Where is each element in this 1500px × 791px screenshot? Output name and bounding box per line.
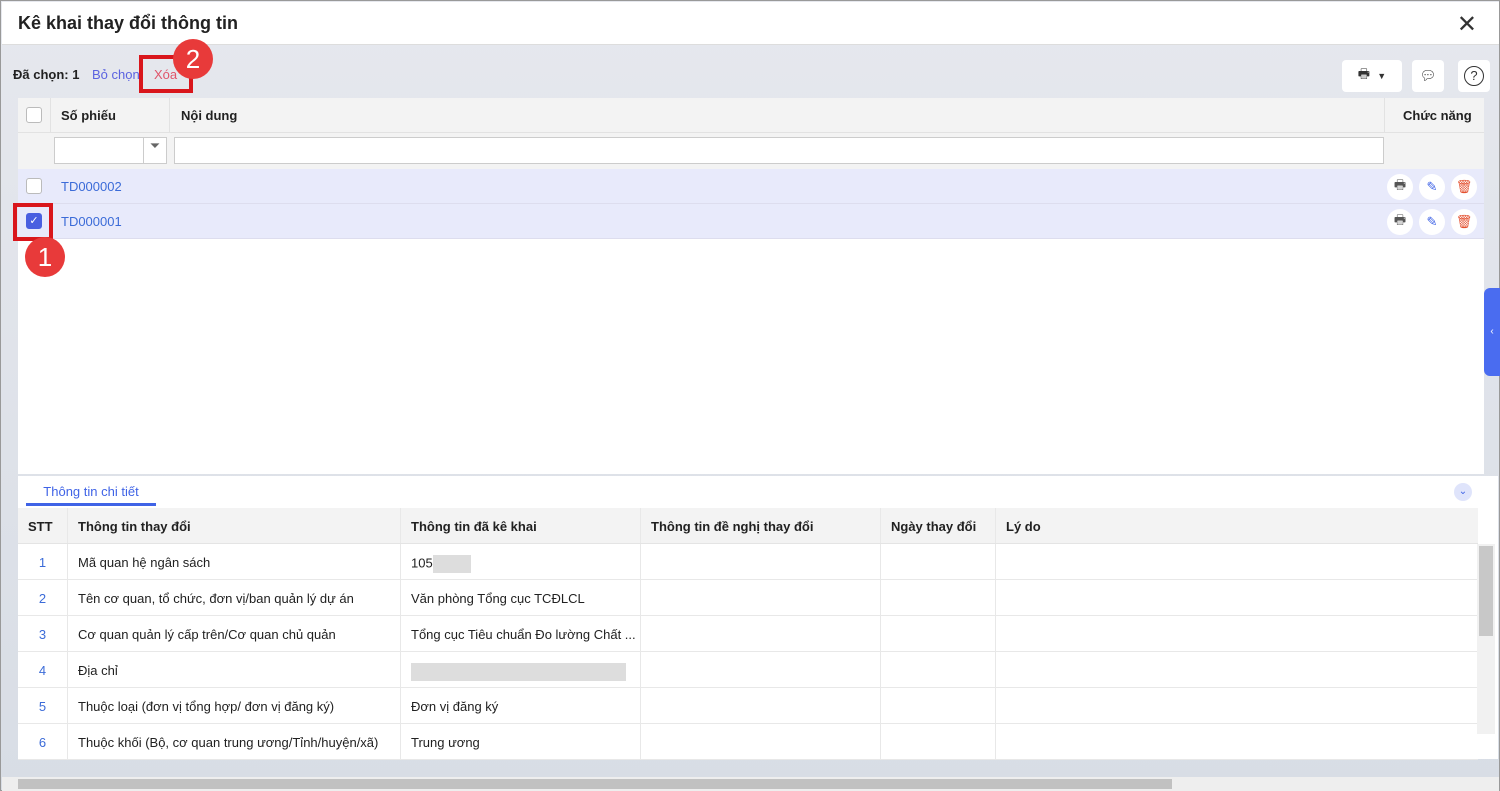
declared-value: Đơn vị đăng ký <box>411 699 499 714</box>
col-field: Thông tin thay đổi <box>68 508 401 543</box>
side-panel-toggle[interactable]: ‹ <box>1484 288 1500 376</box>
field-name: Tên cơ quan, tổ chức, đơn vị/ban quản lý… <box>68 580 401 615</box>
field-name: Mã quan hệ ngân sách <box>68 544 401 579</box>
edit-icon[interactable]: ✎ <box>1419 174 1445 200</box>
print-dropdown-button[interactable]: 🖶 ▼ <box>1342 60 1402 92</box>
declared-cell: Văn phòng Tổng cục TCĐLCL <box>401 580 641 615</box>
proposed-cell[interactable] <box>641 652 881 687</box>
detail-row[interactable]: 2 Tên cơ quan, tổ chức, đơn vị/ban quản … <box>18 580 1478 616</box>
declared-value: Tổng cục Tiêu chuẩn Đo lường Chất ... <box>411 627 636 642</box>
stt: 1 <box>18 544 68 579</box>
step-badge-1: 1 <box>25 237 65 277</box>
detail-row[interactable]: 1 Mã quan hệ ngân sách 105 <box>18 544 1478 580</box>
declared-cell: Đơn vị đăng ký <box>401 688 641 723</box>
reason-cell[interactable] <box>996 652 1478 687</box>
reason-cell[interactable] <box>996 616 1478 651</box>
reason-cell[interactable] <box>996 580 1478 615</box>
proposed-cell[interactable] <box>641 724 881 759</box>
dialog-window: Kê khai thay đổi thông tin ✕ Đã chọn: 1 … <box>0 0 1500 791</box>
date-cell[interactable] <box>881 688 996 723</box>
row-checkbox[interactable] <box>26 178 42 194</box>
reason-cell[interactable] <box>996 544 1478 579</box>
printer-icon: 🖶 <box>1357 66 1371 81</box>
voucher-grid: Số phiếu Nội dung Chức năng ⏷ TD000002 🖶… <box>18 98 1484 474</box>
proposed-cell[interactable] <box>641 616 881 651</box>
date-cell[interactable] <box>881 724 996 759</box>
reason-cell[interactable] <box>996 724 1478 759</box>
stt: 3 <box>18 616 68 651</box>
stt: 6 <box>18 724 68 759</box>
dialog-title: Kê khai thay đổi thông tin <box>18 13 238 33</box>
detail-row[interactable]: 6 Thuộc khối (Bộ, cơ quan trung ương/Tỉn… <box>18 724 1478 760</box>
proposed-cell[interactable] <box>641 580 881 615</box>
trash-icon[interactable]: 🗑︎ <box>1451 174 1477 200</box>
col-proposed: Thông tin đề nghị thay đổi <box>641 508 881 543</box>
vertical-scrollbar[interactable] <box>1477 544 1495 734</box>
noi-dung-filter-input[interactable] <box>174 137 1384 164</box>
detail-header: STT Thông tin thay đổi Thông tin đã kê k… <box>18 508 1478 544</box>
col-stt: STT <box>18 508 68 543</box>
help-button[interactable]: ? <box>1458 60 1490 92</box>
detail-row[interactable]: 5 Thuộc loại (đơn vị tổng hợp/ đơn vị đă… <box>18 688 1478 724</box>
col-reason: Lý do <box>1006 519 1041 534</box>
reason-cell[interactable] <box>996 688 1478 723</box>
horizontal-scrollbar[interactable] <box>2 777 1499 791</box>
print-icon[interactable]: 🖶 <box>1387 209 1413 235</box>
step-badge-2: 2 <box>173 39 213 79</box>
edit-icon[interactable]: ✎ <box>1419 209 1445 235</box>
proposed-cell[interactable] <box>641 544 881 579</box>
print-icon[interactable]: 🖶 <box>1387 174 1413 200</box>
proposed-cell[interactable] <box>641 688 881 723</box>
stt: 5 <box>18 688 68 723</box>
select-all-checkbox[interactable] <box>26 107 42 123</box>
date-cell[interactable] <box>881 544 996 579</box>
declared-cell: Trung ương <box>401 724 641 759</box>
detail-table: STT Thông tin thay đổi Thông tin đã kê k… <box>18 508 1478 760</box>
filter-icon[interactable]: ⏷ <box>143 137 167 164</box>
col-change-date: Ngày thay đổi <box>881 508 996 543</box>
table-row[interactable]: TD000002 🖶 ✎ 🗑︎ <box>18 169 1484 204</box>
voucher-link[interactable]: TD000001 <box>61 214 122 229</box>
date-cell[interactable] <box>881 652 996 687</box>
date-cell[interactable] <box>881 616 996 651</box>
title-bar: Kê khai thay đổi thông tin ✕ <box>2 2 1499 45</box>
stt: 4 <box>18 652 68 687</box>
field-name: Thuộc loại (đơn vị tổng hợp/ đơn vị đăng… <box>68 688 401 723</box>
declared-cell <box>401 652 641 687</box>
declared-cell: 105 <box>401 544 641 579</box>
grid-header: Số phiếu Nội dung Chức năng <box>18 98 1484 133</box>
col-noi-dung: Nội dung <box>181 108 238 123</box>
close-icon[interactable]: ✕ <box>1457 10 1477 39</box>
field-name: Thuộc khối (Bộ, cơ quan trung ương/Tỉnh/… <box>68 724 401 759</box>
collapse-chevron-icon[interactable]: ⌄ <box>1454 483 1472 501</box>
date-cell[interactable] <box>881 580 996 615</box>
declared-cell: Tổng cục Tiêu chuẩn Đo lường Chất ... <box>401 616 641 651</box>
field-name: Cơ quan quản lý cấp trên/Cơ quan chủ quả… <box>68 616 401 651</box>
declared-value: 105 <box>411 555 433 571</box>
detail-panel: Thông tin chi tiết ⌄ STT Thông tin thay … <box>18 476 1498 760</box>
help-icon: ? <box>1464 66 1484 86</box>
col-declared: Thông tin đã kê khai <box>401 508 641 543</box>
chat-icon: 💬︎ <box>1419 68 1437 83</box>
col-so-phieu: Số phiếu <box>61 108 116 123</box>
deselect-link[interactable]: Bỏ chọn <box>92 67 140 82</box>
voucher-link[interactable]: TD000002 <box>61 179 122 194</box>
caret-down-icon: ▼ <box>1377 71 1387 81</box>
declared-value: Văn phòng Tổng cục TCĐLCL <box>411 591 585 606</box>
detail-row[interactable]: 4 Địa chỉ <box>18 652 1478 688</box>
comment-button[interactable]: 💬︎ <box>1412 60 1444 92</box>
detail-row[interactable]: 3 Cơ quan quản lý cấp trên/Cơ quan chủ q… <box>18 616 1478 652</box>
table-row[interactable]: ✓ TD000001 🖶 ✎ 🗑︎ <box>18 204 1484 239</box>
trash-icon[interactable]: 🗑︎ <box>1451 209 1477 235</box>
so-phieu-filter-input[interactable] <box>54 137 144 164</box>
tab-detail-info[interactable]: Thông tin chi tiết <box>26 476 156 506</box>
stt: 2 <box>18 580 68 615</box>
field-name: Địa chỉ <box>68 652 401 687</box>
col-chuc-nang: Chức năng <box>1403 108 1472 123</box>
selected-count: Đã chọn: 1 <box>13 67 80 82</box>
filter-row: ⏷ <box>18 133 1484 169</box>
declared-value: Trung ương <box>411 735 480 750</box>
highlight-checkbox <box>13 203 53 241</box>
